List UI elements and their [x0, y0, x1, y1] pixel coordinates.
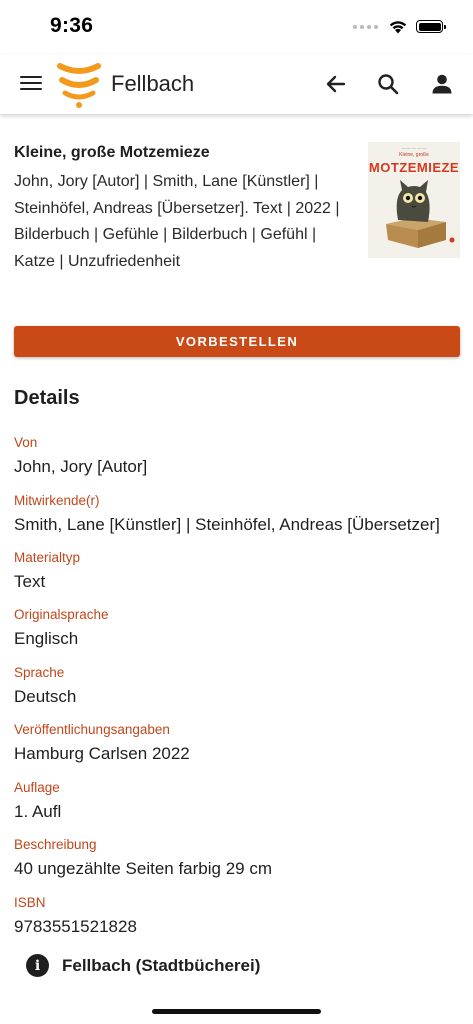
cover-authors-line: — — — — — — [401, 145, 427, 150]
library-name: Fellbach (Stadtbücherei) — [62, 955, 261, 975]
book-cover-image[interactable]: — — — — — Kleine, große MOTZEMIEZE — [368, 142, 460, 258]
cover-title: MOTZEMIEZE — [368, 160, 460, 175]
field-value-originalsprache: Englisch — [14, 629, 79, 648]
field-label-sprache: Sprache — [14, 665, 65, 680]
field-value-auflage: 1. Aufl — [14, 802, 62, 821]
details-heading: Details — [14, 387, 80, 409]
field-label-originalsprache: Originalsprache — [14, 607, 109, 622]
field-value-beschreibung: 40 ungezählte Seiten farbig 29 cm — [14, 859, 273, 878]
book-info: John, Jory [Autor] | Smith, Lane [Künstl… — [14, 173, 340, 270]
back-arrow-icon[interactable] — [322, 70, 350, 98]
library-availability-row[interactable]: i Fellbach (Stadtbücherei) — [26, 954, 260, 977]
app-title: Fellbach — [111, 71, 195, 96]
field-label-auflage: Auflage — [14, 780, 60, 795]
signal-icon — [353, 24, 378, 29]
reserve-button[interactable]: VORBESTELLEN — [14, 326, 460, 357]
battery-icon — [416, 20, 446, 33]
field-label-isbn: ISBN — [14, 895, 46, 910]
cover-subtitle: Kleine, große — [399, 152, 429, 158]
field-value-sprache: Deutsch — [14, 687, 77, 706]
field-label-materialtyp: Materialtyp — [14, 550, 81, 565]
field-value-mitwirkende[interactable]: Smith, Lane [Künstler] | Steinhöfel, And… — [14, 515, 440, 535]
field-value-von[interactable]: John, Jory [Autor] — [14, 457, 147, 477]
account-icon[interactable] — [428, 70, 456, 98]
status-time: 9:36 — [50, 14, 94, 37]
book-title: Kleine, große Motzemieze — [14, 144, 210, 161]
library-logo-icon — [56, 60, 102, 108]
status-icons — [353, 19, 446, 34]
status-bar: 9:36 — [0, 0, 473, 54]
menu-button[interactable] — [20, 72, 42, 96]
field-label-mitwirkende: Mitwirkende(r) — [14, 493, 100, 508]
field-label-veroeffentlichung: Veröffentlichungsangaben — [14, 722, 170, 737]
field-value-materialtyp: Text — [14, 572, 46, 591]
field-label-beschreibung: Beschreibung — [14, 837, 97, 852]
app-bar: Fellbach — [0, 54, 473, 114]
wifi-icon — [389, 21, 407, 34]
search-icon[interactable] — [374, 70, 402, 98]
info-icon: i — [26, 954, 49, 977]
field-label-von: Von — [14, 435, 38, 450]
field-value-isbn: 9783551521828 — [14, 917, 137, 936]
home-indicator[interactable] — [152, 1009, 321, 1014]
field-value-veroeffentlichung: Hamburg Carlsen 2022 — [14, 744, 190, 763]
